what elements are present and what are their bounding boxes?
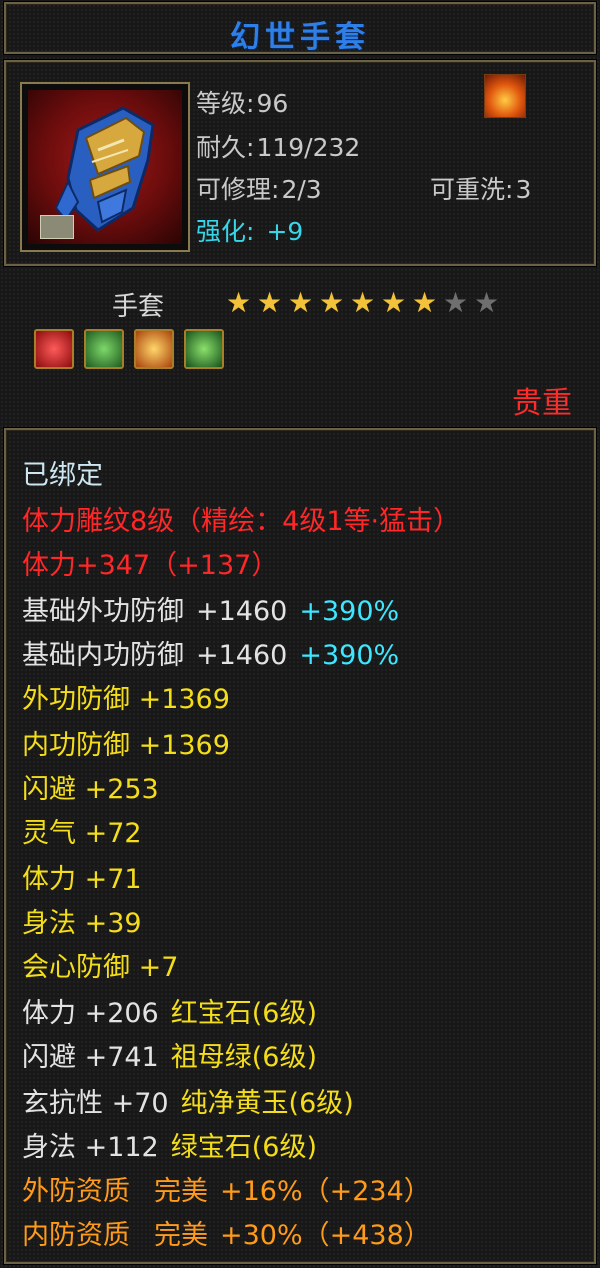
- gauntlet-icon: [28, 90, 182, 244]
- gem-name: 祖母绿(6级): [170, 1042, 317, 1073]
- emerald-gem-icon[interactable]: [184, 329, 224, 369]
- star-icon: ★: [319, 286, 345, 319]
- orange-gem-icon[interactable]: [134, 329, 174, 369]
- enhance-line: 强化: +9: [196, 212, 303, 248]
- durability-value: 119/232: [256, 133, 361, 162]
- bound-tag-icon: [40, 215, 74, 239]
- star-empty-icon: ★: [443, 286, 469, 319]
- engraving-line: 体力雕纹8级（精绘：4级1等·猛击）: [22, 506, 461, 537]
- durability-label: 耐久:: [196, 133, 255, 162]
- gem-stat-line: 身法 +112 绿宝石(6级): [22, 1132, 317, 1164]
- base-int-def-line: 基础内功防御 +1460 +390%: [22, 640, 399, 672]
- stat-percent: +390%: [299, 640, 400, 671]
- int-def-line: 内功防御 +1369: [22, 730, 230, 761]
- type-panel: 手套 ★ ★ ★ ★ ★ ★ ★ ★ ★ 贵重: [4, 272, 596, 422]
- int-quality-line: 内防资质 完美 +30%（+438）: [22, 1220, 431, 1252]
- repair-value: 2/3: [281, 175, 322, 204]
- flame-skill-icon[interactable]: [484, 74, 526, 118]
- quality-value: +16%（+234）: [220, 1176, 431, 1207]
- red-gem-icon[interactable]: [34, 329, 74, 369]
- quality-label: 外防资质: [22, 1176, 130, 1207]
- ext-def-line: 外功防御 +1369: [22, 684, 230, 715]
- rarity-label: 贵重: [512, 386, 572, 421]
- gem-stat: 闪避 +741: [22, 1042, 159, 1073]
- quality-value: +30%（+438）: [220, 1220, 431, 1251]
- item-title: 幻世手套: [230, 20, 370, 55]
- gem-stat: 身法 +112: [22, 1132, 159, 1163]
- gem-stat-line: 体力 +206 红宝石(6级): [22, 998, 317, 1030]
- title-panel: 幻世手套: [4, 2, 596, 55]
- item-type: 手套: [112, 292, 165, 322]
- gem-stat-line: 闪避 +741 祖母绿(6级): [22, 1042, 317, 1074]
- enhance-label: 强化:: [196, 217, 255, 246]
- quality-grade: 完美: [154, 1220, 208, 1251]
- star-icon: ★: [226, 286, 252, 319]
- repair-line: 可修理:2/3: [196, 170, 322, 206]
- stat-label: 基础外功防御: [22, 596, 184, 627]
- star-icon: ★: [381, 286, 407, 319]
- quality-grade: 完美: [154, 1176, 208, 1207]
- star-icon: ★: [412, 286, 438, 319]
- level-label: 等级:: [196, 89, 255, 118]
- repair-label: 可修理:: [196, 175, 280, 204]
- info-panel: 等级:96 耐久:119/232 可修理:2/3 可重洗:3 强化: +9: [4, 60, 596, 266]
- gem-name: 红宝石(6级): [170, 998, 317, 1029]
- spirit-line: 灵气 +72: [22, 818, 142, 849]
- enhance-value: +9: [266, 217, 304, 246]
- green-gem-icon[interactable]: [84, 329, 124, 369]
- stat-label: 基础内功防御: [22, 640, 184, 671]
- agility-line: 身法 +39: [22, 908, 142, 939]
- stamina-bonus-line: 体力+347（+137）: [22, 550, 279, 581]
- level-line: 等级:96: [196, 84, 288, 120]
- base-ext-def-line: 基础外功防御 +1460 +390%: [22, 596, 399, 628]
- durability-line: 耐久:119/232: [196, 128, 360, 164]
- rewash-label: 可重洗:: [430, 175, 514, 204]
- stamina-line: 体力 +71: [22, 864, 142, 895]
- gem-name: 纯净黄玉(6级): [180, 1088, 354, 1119]
- level-value: 96: [256, 89, 289, 118]
- dodge-line: 闪避 +253: [22, 774, 159, 805]
- stats-panel: 已绑定 体力雕纹8级（精绘：4级1等·猛击） 体力+347（+137） 基础外功…: [4, 428, 596, 1264]
- gem-name: 绿宝石(6级): [170, 1132, 317, 1163]
- star-icon: ★: [257, 286, 283, 319]
- stat-value: +1460: [196, 596, 288, 627]
- ext-quality-line: 外防资质 完美 +16%（+234）: [22, 1176, 431, 1208]
- quality-label: 内防资质: [22, 1220, 130, 1251]
- stat-percent: +390%: [299, 596, 400, 627]
- star-empty-icon: ★: [474, 286, 500, 319]
- item-icon-frame[interactable]: [20, 82, 190, 252]
- bound-status: 已绑定: [22, 460, 103, 491]
- item-tooltip: 幻世手套 等级:96 耐久:119/232 可修理:2/3 可重洗:3 强化: …: [0, 0, 600, 1268]
- star-icon: ★: [288, 286, 314, 319]
- crit-def-line: 会心防御 +7: [22, 952, 179, 983]
- gem-stat: 体力 +206: [22, 998, 159, 1029]
- rewash-line: 可重洗:3: [430, 170, 531, 206]
- stat-value: +1460: [196, 640, 288, 671]
- gem-stat-line: 玄抗性 +70 纯净黄玉(6级): [22, 1088, 354, 1120]
- rewash-value: 3: [515, 175, 532, 204]
- gem-stat: 玄抗性 +70: [22, 1088, 169, 1119]
- star-icon: ★: [350, 286, 376, 319]
